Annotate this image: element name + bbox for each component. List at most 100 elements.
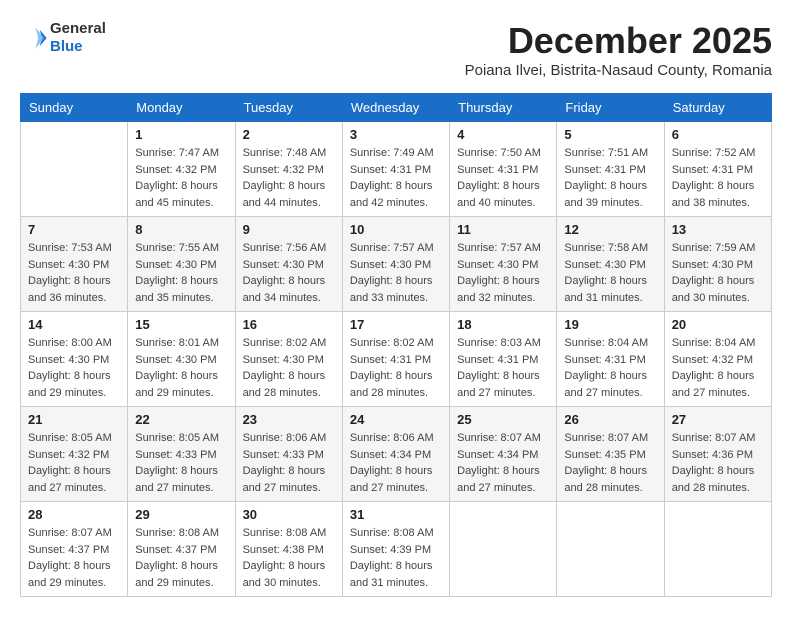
day-info: Sunrise: 7:57 AM Sunset: 4:30 PM Dayligh… (457, 240, 549, 306)
day-info: Sunrise: 8:00 AM Sunset: 4:30 PM Dayligh… (28, 335, 120, 401)
calendar-week-4: 21Sunrise: 8:05 AM Sunset: 4:32 PM Dayli… (21, 407, 772, 502)
header: General Blue December 2025 Poiana Ilvei,… (20, 20, 772, 89)
calendar-cell: 13 Sunrise: 7:59 AM Sunset: 4:30 PM Dayli… (664, 217, 771, 312)
day-info: Sunrise: 7:56 AM Sunset: 4:30 PM Dayligh… (243, 240, 335, 306)
day-info: Sunrise: 7:49 AM Sunset: 4:31 PM Dayligh… (350, 145, 442, 211)
calendar-cell: 30 Sunrise: 8:08 AM Sunset: 4:38 PM Dayli… (235, 502, 342, 597)
day-number: 6 (672, 127, 764, 142)
day-number: 8 (135, 222, 227, 237)
day-number: 7 (28, 222, 120, 237)
day-number: 17 (350, 317, 442, 332)
day-info: Sunrise: 8:04 AM Sunset: 4:32 PM Dayligh… (672, 335, 764, 401)
day-info: Sunrise: 8:07 AM Sunset: 4:37 PM Dayligh… (28, 525, 120, 591)
day-info: Sunrise: 7:48 AM Sunset: 4:32 PM Dayligh… (243, 145, 335, 211)
day-number: 3 (350, 127, 442, 142)
calendar-cell: 31 Sunrise: 8:08 AM Sunset: 4:39 PM Dayli… (342, 502, 449, 597)
logo: General Blue (20, 20, 106, 56)
subtitle: Poiana Ilvei, Bistrita-Nasaud County, Ro… (465, 62, 772, 79)
calendar-week-5: 28 Sunrise: 8:07 AM Sunset: 4:37 PM Dayli… (21, 502, 772, 597)
calendar-cell: 22 Sunrise: 8:05 AM Sunset: 4:33 PM Dayli… (128, 407, 235, 502)
calendar-cell: 24 Sunrise: 8:06 AM Sunset: 4:34 PM Dayli… (342, 407, 449, 502)
calendar-cell: 17 Sunrise: 8:02 AM Sunset: 4:31 PM Dayli… (342, 312, 449, 407)
calendar-cell: 5Sunrise: 7:51 AM Sunset: 4:31 PM Daylig… (557, 122, 664, 217)
calendar-cell: 8 Sunrise: 7:55 AM Sunset: 4:30 PM Daylig… (128, 217, 235, 312)
day-info: Sunrise: 8:02 AM Sunset: 4:31 PM Dayligh… (350, 335, 442, 401)
day-number: 25 (457, 412, 549, 427)
calendar-cell: 26 Sunrise: 8:07 AM Sunset: 4:35 PM Dayli… (557, 407, 664, 502)
day-number: 24 (350, 412, 442, 427)
page-container: General Blue December 2025 Poiana Ilvei,… (20, 20, 772, 597)
logo-blue: Blue (50, 38, 83, 55)
day-info: Sunrise: 8:08 AM Sunset: 4:37 PM Dayligh… (135, 525, 227, 591)
day-number: 2 (243, 127, 335, 142)
calendar-week-2: 7 Sunrise: 7:53 AM Sunset: 4:30 PM Daylig… (21, 217, 772, 312)
calendar-cell: 29 Sunrise: 8:08 AM Sunset: 4:37 PM Dayli… (128, 502, 235, 597)
day-number: 30 (243, 507, 335, 522)
calendar-cell (21, 122, 128, 217)
day-number: 13 (672, 222, 764, 237)
day-number: 18 (457, 317, 549, 332)
day-number: 20 (672, 317, 764, 332)
calendar-cell: 10Sunrise: 7:57 AM Sunset: 4:30 PM Dayli… (342, 217, 449, 312)
calendar-cell: 3 Sunrise: 7:49 AM Sunset: 4:31 PM Daylig… (342, 122, 449, 217)
calendar-cell (450, 502, 557, 597)
day-info: Sunrise: 7:59 AM Sunset: 4:30 PM Dayligh… (672, 240, 764, 306)
calendar-cell: 1 Sunrise: 7:47 AM Sunset: 4:32 PM Daylig… (128, 122, 235, 217)
day-header-monday: Monday (128, 94, 235, 122)
day-number: 21 (28, 412, 120, 427)
calendar-cell: 16Sunrise: 8:02 AM Sunset: 4:30 PM Dayli… (235, 312, 342, 407)
day-info: Sunrise: 8:08 AM Sunset: 4:39 PM Dayligh… (350, 525, 442, 591)
calendar-cell: 4Sunrise: 7:50 AM Sunset: 4:31 PM Daylig… (450, 122, 557, 217)
day-number: 16 (243, 317, 335, 332)
day-info: Sunrise: 7:57 AM Sunset: 4:30 PM Dayligh… (350, 240, 442, 306)
day-number: 14 (28, 317, 120, 332)
calendar-table: SundayMondayTuesdayWednesdayThursdayFrid… (20, 93, 772, 597)
calendar-cell: 7 Sunrise: 7:53 AM Sunset: 4:30 PM Daylig… (21, 217, 128, 312)
day-info: Sunrise: 8:06 AM Sunset: 4:34 PM Dayligh… (350, 430, 442, 496)
logo-general: General (50, 20, 106, 37)
day-number: 23 (243, 412, 335, 427)
calendar-header-row: SundayMondayTuesdayWednesdayThursdayFrid… (21, 94, 772, 122)
day-number: 9 (243, 222, 335, 237)
day-header-tuesday: Tuesday (235, 94, 342, 122)
day-number: 28 (28, 507, 120, 522)
calendar-cell: 23 Sunrise: 8:06 AM Sunset: 4:33 PM Dayli… (235, 407, 342, 502)
calendar-cell: 21Sunrise: 8:05 AM Sunset: 4:32 PM Dayli… (21, 407, 128, 502)
day-info: Sunrise: 8:05 AM Sunset: 4:33 PM Dayligh… (135, 430, 227, 496)
day-info: Sunrise: 7:55 AM Sunset: 4:30 PM Dayligh… (135, 240, 227, 306)
calendar-cell: 27Sunrise: 8:07 AM Sunset: 4:36 PM Dayli… (664, 407, 771, 502)
calendar-week-1: 1 Sunrise: 7:47 AM Sunset: 4:32 PM Daylig… (21, 122, 772, 217)
day-number: 26 (564, 412, 656, 427)
day-info: Sunrise: 7:53 AM Sunset: 4:30 PM Dayligh… (28, 240, 120, 306)
day-number: 22 (135, 412, 227, 427)
day-number: 4 (457, 127, 549, 142)
day-info: Sunrise: 8:03 AM Sunset: 4:31 PM Dayligh… (457, 335, 549, 401)
day-info: Sunrise: 8:08 AM Sunset: 4:38 PM Dayligh… (243, 525, 335, 591)
day-number: 31 (350, 507, 442, 522)
day-number: 1 (135, 127, 227, 142)
day-info: Sunrise: 8:06 AM Sunset: 4:33 PM Dayligh… (243, 430, 335, 496)
calendar-week-3: 14 Sunrise: 8:00 AM Sunset: 4:30 PM Dayli… (21, 312, 772, 407)
calendar-cell: 19Sunrise: 8:04 AM Sunset: 4:31 PM Dayli… (557, 312, 664, 407)
day-info: Sunrise: 8:07 AM Sunset: 4:34 PM Dayligh… (457, 430, 549, 496)
calendar-cell: 9 Sunrise: 7:56 AM Sunset: 4:30 PM Daylig… (235, 217, 342, 312)
day-info: Sunrise: 8:01 AM Sunset: 4:30 PM Dayligh… (135, 335, 227, 401)
day-number: 15 (135, 317, 227, 332)
day-info: Sunrise: 7:52 AM Sunset: 4:31 PM Dayligh… (672, 145, 764, 211)
day-header-wednesday: Wednesday (342, 94, 449, 122)
day-header-thursday: Thursday (450, 94, 557, 122)
day-info: Sunrise: 8:07 AM Sunset: 4:35 PM Dayligh… (564, 430, 656, 496)
calendar-cell (557, 502, 664, 597)
calendar-cell: 20 Sunrise: 8:04 AM Sunset: 4:32 PM Dayli… (664, 312, 771, 407)
day-number: 11 (457, 222, 549, 237)
day-number: 29 (135, 507, 227, 522)
calendar-cell: 2 Sunrise: 7:48 AM Sunset: 4:32 PM Daylig… (235, 122, 342, 217)
day-number: 5 (564, 127, 656, 142)
day-info: Sunrise: 7:47 AM Sunset: 4:32 PM Dayligh… (135, 145, 227, 211)
day-header-sunday: Sunday (21, 94, 128, 122)
day-header-saturday: Saturday (664, 94, 771, 122)
calendar-cell: 12Sunrise: 7:58 AM Sunset: 4:30 PM Dayli… (557, 217, 664, 312)
calendar-cell: 28 Sunrise: 8:07 AM Sunset: 4:37 PM Dayli… (21, 502, 128, 597)
calendar-cell: 18 Sunrise: 8:03 AM Sunset: 4:31 PM Dayli… (450, 312, 557, 407)
calendar-cell: 14 Sunrise: 8:00 AM Sunset: 4:30 PM Dayli… (21, 312, 128, 407)
